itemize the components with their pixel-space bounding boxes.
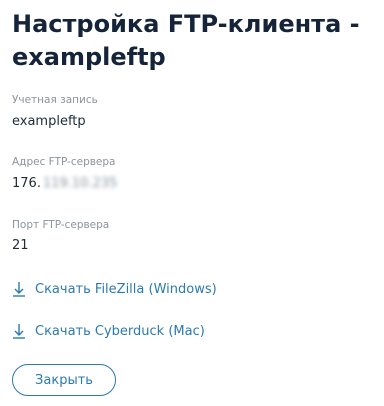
download-arrow-icon bbox=[13, 324, 25, 339]
download-filezilla-label: Скачать FileZilla (Windows) bbox=[35, 281, 217, 297]
account-value: exampleftp bbox=[12, 114, 86, 129]
server-address-label: Адрес FTP-сервера bbox=[12, 156, 116, 168]
download-filezilla-link[interactable]: Скачать FileZilla (Windows) bbox=[12, 281, 217, 297]
server-port-label: Порт FTP-сервера bbox=[12, 219, 110, 231]
server-address-hidden-part: 119.10.235 bbox=[42, 176, 118, 191]
dialog-title: Настройка FTP-клиента - exampleftp bbox=[12, 10, 360, 71]
download-cyberduck-label: Скачать Cyberduck (Mac) bbox=[35, 323, 205, 339]
download-arrow-icon bbox=[13, 282, 25, 297]
close-button[interactable]: Закрыть bbox=[12, 364, 116, 396]
download-cyberduck-link[interactable]: Скачать Cyberduck (Mac) bbox=[12, 323, 205, 339]
server-address-value: 176. 119.10.235 bbox=[12, 176, 117, 191]
account-label: Учетная запись bbox=[12, 94, 98, 106]
server-port-value: 21 bbox=[12, 238, 29, 253]
server-address-visible-part: 176. bbox=[12, 176, 41, 191]
